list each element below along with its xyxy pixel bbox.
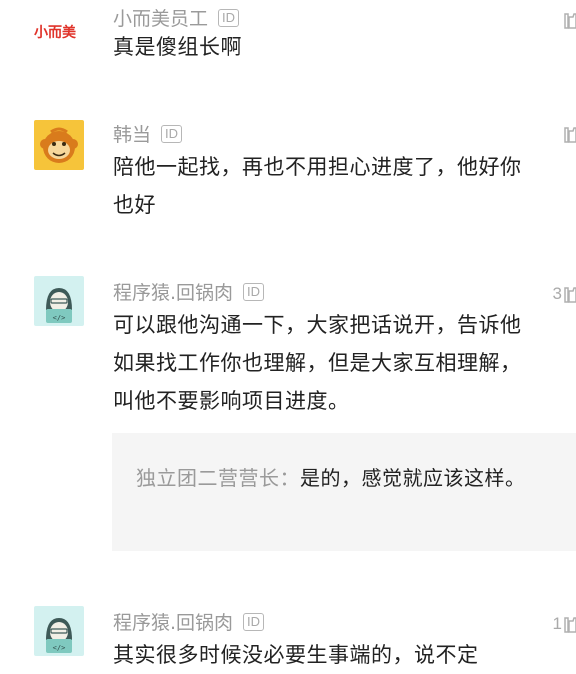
monkey-avatar-icon	[40, 127, 78, 163]
brand-logo-icon: 小而美	[34, 24, 77, 40]
svg-text:小而美: 小而美	[34, 24, 77, 40]
reply-text: 独立团二营营长：是的，感觉就应该这样。	[136, 459, 564, 497]
comment-text: 其实很多时候没必要生事端的，说不定	[113, 643, 479, 667]
svg-text:</>: </>	[53, 644, 66, 652]
like-count: 3	[552, 284, 562, 303]
comment-item: 韩当 ID 陪他一起找，再也不用担心进度了，他好你也好	[0, 100, 576, 260]
like-button[interactable]	[562, 124, 576, 144]
svg-text:</>: </>	[53, 314, 66, 322]
like-button[interactable]	[562, 10, 576, 30]
programmer-avatar-icon: </>	[46, 288, 72, 323]
avatar[interactable]: </>	[34, 606, 84, 656]
reply-separator: ：	[279, 466, 300, 490]
thumbs-up-icon	[564, 127, 576, 143]
avatar[interactable]: 小而美	[30, 12, 90, 48]
author-name-text[interactable]: 程序猿.回锅肉	[113, 278, 233, 305]
author-name[interactable]: 小而美员工 ID	[113, 4, 240, 31]
author-name-text[interactable]: 程序猿.回锅肉	[113, 608, 233, 635]
thumbs-up-icon	[564, 617, 576, 633]
like-count: 1	[552, 614, 562, 633]
id-badge: ID	[218, 8, 240, 27]
id-badge: ID	[243, 612, 265, 631]
author-name[interactable]: 韩当 ID	[113, 120, 183, 147]
reply-author[interactable]: 独立团二营营长	[136, 466, 280, 490]
comment-text: 陪他一起找，再也不用担心进度了，他好你也好	[113, 155, 522, 217]
author-name-text[interactable]: 小而美员工	[113, 4, 208, 31]
reply-content: 是的，感觉就应该这样。	[300, 466, 526, 490]
programmer-avatar-icon: </>	[46, 618, 72, 653]
author-name[interactable]: 程序猿.回锅肉 ID	[113, 608, 265, 635]
id-badge: ID	[243, 282, 265, 301]
reply-box[interactable]: 独立团二营营长：是的，感觉就应该这样。	[112, 433, 576, 551]
comment-item: </> 程序猿.回锅肉 ID 其实很多时候没必要生事端的，说不定 1	[0, 590, 576, 674]
id-badge: ID	[161, 124, 183, 143]
thumbs-up-icon	[564, 287, 576, 303]
like-button[interactable]: 3	[553, 284, 576, 304]
comment-item: 小而美 小而美员工 ID 真是傻组长啊	[0, 0, 576, 100]
avatar[interactable]	[34, 120, 84, 170]
avatar[interactable]: </>	[34, 276, 84, 326]
comment-text: 可以跟他沟通一下，大家把话说开，告诉他如果找工作你也理解，但是大家互相理解，叫他…	[113, 313, 522, 413]
author-name-text[interactable]: 韩当	[113, 120, 151, 147]
author-name[interactable]: 程序猿.回锅肉 ID	[113, 278, 265, 305]
thumbs-up-icon	[564, 13, 576, 29]
comment-text: 真是傻组长啊	[113, 35, 242, 59]
like-button[interactable]: 1	[553, 614, 576, 634]
